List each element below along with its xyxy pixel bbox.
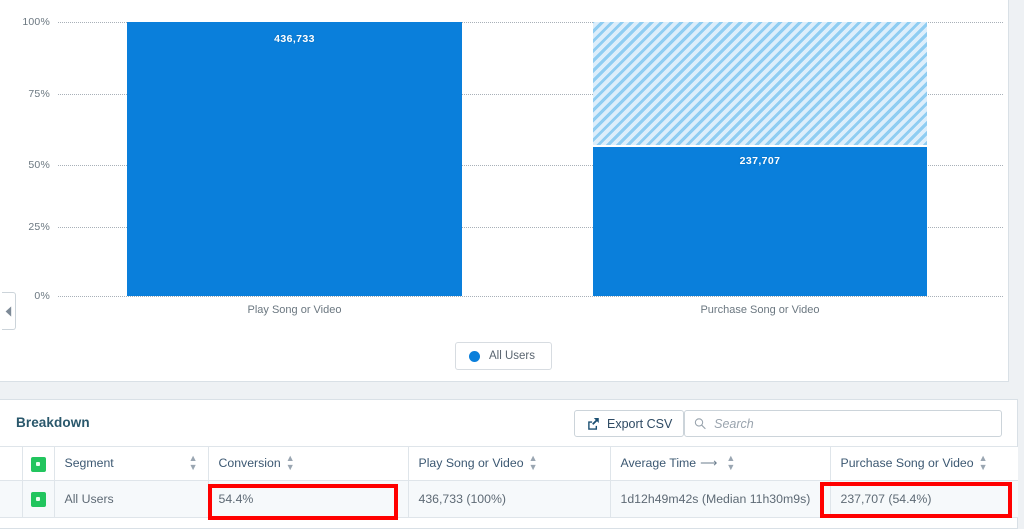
- bar-segment-dropoff: [593, 22, 927, 147]
- table-header-label: Play Song or Video: [418, 456, 524, 471]
- x-axis-category-label: Purchase Song or Video: [700, 304, 820, 316]
- breakdown-table: Segment ▲ ▼ Conversion ▲ ▼ Play Song or …: [0, 447, 1018, 518]
- table-row[interactable]: All Users 54.4% 436,733 (100%) 1d12h49m4…: [0, 480, 1018, 518]
- funnel-analytics-screen: 100% 75% 50% 25% 0% 436,733 237,707 Play…: [0, 0, 1024, 529]
- sort-icon[interactable]: ▲ ▼: [726, 454, 735, 472]
- sidebar-collapse-handle[interactable]: [2, 292, 16, 330]
- cell-segment: All Users: [54, 480, 209, 518]
- bar-play-song-or-video[interactable]: 436,733: [127, 22, 462, 296]
- chart-legend-all-users[interactable]: All Users: [455, 342, 553, 370]
- x-axis-category-label: Play Song or Video: [247, 304, 342, 316]
- table-header-purchase-song-or-video[interactable]: Purchase Song or Video ▲ ▼: [830, 447, 1018, 481]
- y-axis: 100% 75% 50% 25% 0%: [0, 16, 50, 302]
- bar-segment-converted: [127, 22, 462, 296]
- y-axis-tick: 50%: [28, 159, 50, 171]
- y-axis-tick: 75%: [28, 88, 50, 100]
- gridline: [58, 296, 1003, 297]
- bar-purchase-song-or-video[interactable]: 237,707: [593, 22, 927, 296]
- external-link-icon: [588, 417, 599, 430]
- table-header-row: Segment ▲ ▼ Conversion ▲ ▼ Play Song or …: [0, 447, 1018, 481]
- y-axis-tick: 25%: [28, 221, 50, 233]
- sort-icon[interactable]: ▲ ▼: [979, 454, 988, 472]
- sort-icon[interactable]: ▲ ▼: [189, 454, 198, 472]
- search-icon: [694, 418, 706, 430]
- table-header-label: Conversion: [218, 456, 281, 471]
- table-header-segment[interactable]: Segment ▲ ▼: [54, 447, 209, 481]
- y-axis-tick: 100%: [22, 16, 50, 28]
- table-header-marker-icon[interactable]: [22, 447, 55, 481]
- cell-purchase-song-or-video: 237,707 (54.4%): [830, 480, 1018, 518]
- green-square-icon: [30, 456, 46, 472]
- cell-play-song-or-video: 436,733 (100%): [408, 480, 611, 518]
- row-marker-icon[interactable]: [22, 480, 55, 518]
- funnel-chart-panel: 100% 75% 50% 25% 0% 436,733 237,707 Play…: [0, 0, 1009, 382]
- table-header-label: Segment: [64, 456, 114, 471]
- sort-icon[interactable]: ▲ ▼: [529, 454, 538, 472]
- arrow-right-icon: ⟶: [700, 456, 718, 471]
- table-header-marker-spacer: [0, 447, 23, 481]
- row-marker-spacer: [0, 480, 23, 518]
- legend-label: All Users: [489, 350, 536, 362]
- table-header-label: Average Time: [620, 456, 697, 471]
- sort-icon[interactable]: ▲ ▼: [286, 454, 295, 472]
- circle-icon: [469, 350, 480, 362]
- bar-value-label: 436,733: [274, 33, 315, 45]
- export-csv-button[interactable]: Export CSV: [574, 410, 685, 437]
- bar-value-label: 237,707: [739, 155, 781, 167]
- green-square-icon: [30, 491, 46, 507]
- bar-segment-converted: [593, 147, 927, 296]
- cell-conversion: 54.4%: [208, 480, 409, 518]
- search-input[interactable]: [714, 416, 992, 431]
- search-box[interactable]: [684, 410, 1002, 437]
- table-header-label: Purchase Song or Video: [840, 456, 974, 471]
- export-csv-label: Export CSV: [607, 416, 673, 431]
- table-header-play-song-or-video[interactable]: Play Song or Video ▲ ▼: [408, 447, 611, 481]
- table-header-average-time[interactable]: Average Time ⟶ ▲ ▼: [610, 447, 831, 481]
- plot-area: 436,733 237,707: [58, 22, 1003, 297]
- chevron-left-icon: [5, 305, 12, 317]
- breakdown-title: Breakdown: [16, 415, 90, 430]
- cell-average-time: 1d12h49m42s (Median 11h30m9s): [610, 480, 831, 518]
- table-header-conversion[interactable]: Conversion ▲ ▼: [208, 447, 409, 481]
